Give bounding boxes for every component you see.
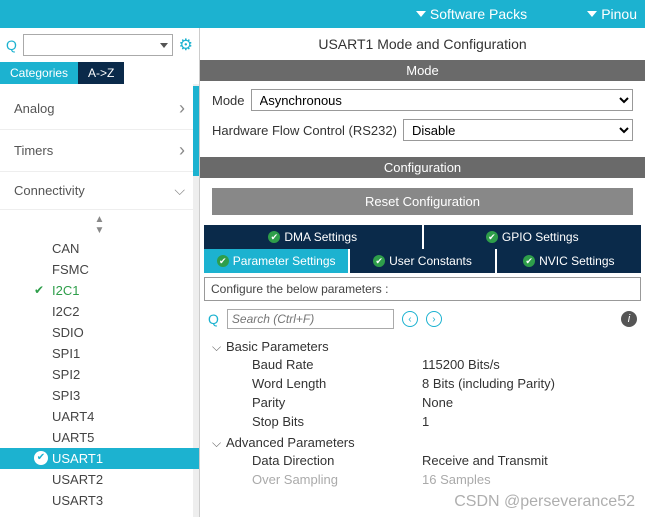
tab-dma-settings[interactable]: ✔DMA Settings bbox=[204, 225, 422, 249]
check-icon: ✔ bbox=[486, 231, 498, 243]
param-word-length[interactable]: Word Length8 Bits (including Parity) bbox=[212, 374, 633, 393]
tab-gpio-settings[interactable]: ✔GPIO Settings bbox=[424, 225, 642, 249]
tab-parameter-settings[interactable]: ✔Parameter Settings bbox=[204, 249, 348, 273]
group-advanced-parameters[interactable]: Advanced Parameters bbox=[212, 435, 633, 451]
page-title: USART1 Mode and Configuration bbox=[200, 28, 645, 60]
check-icon: ✔ bbox=[523, 255, 535, 267]
chevron-down-icon bbox=[160, 43, 168, 48]
configure-hint: Configure the below parameters : bbox=[204, 277, 641, 301]
chevron-down-icon bbox=[416, 11, 426, 17]
parameter-search-input[interactable] bbox=[227, 309, 394, 329]
search-icon: Q bbox=[6, 37, 17, 53]
param-stop-bits[interactable]: Stop Bits1 bbox=[212, 412, 633, 431]
search-icon: Q bbox=[208, 311, 219, 327]
flow-control-select[interactable]: Disable bbox=[403, 119, 633, 141]
chevron-down-icon bbox=[174, 182, 185, 199]
periph-spi3[interactable]: SPI3 bbox=[0, 385, 199, 406]
periph-usart3[interactable]: USART3 bbox=[0, 490, 199, 511]
sort-icon[interactable]: ▲▼ bbox=[0, 212, 199, 238]
check-icon: ✔ bbox=[217, 255, 229, 267]
chevron-right-icon bbox=[179, 140, 185, 161]
config-panel: USART1 Mode and Configuration Mode Mode … bbox=[200, 28, 645, 517]
chevron-right-icon bbox=[179, 98, 185, 119]
mode-select[interactable]: Asynchronous bbox=[251, 89, 633, 111]
periph-i2c2[interactable]: I2C2 bbox=[0, 301, 199, 322]
configuration-section-header: Configuration bbox=[200, 157, 645, 178]
search-next-button[interactable]: › bbox=[426, 311, 442, 327]
view-tab-az[interactable]: A->Z bbox=[78, 62, 124, 84]
mode-label: Mode bbox=[212, 93, 245, 108]
peripheral-search-combo[interactable] bbox=[23, 34, 173, 56]
category-analog[interactable]: Analog bbox=[0, 88, 199, 130]
periph-can[interactable]: CAN bbox=[0, 238, 199, 259]
category-timers[interactable]: Timers bbox=[0, 130, 199, 172]
periph-i2c1[interactable]: I2C1 bbox=[0, 280, 199, 301]
periph-uart4[interactable]: UART4 bbox=[0, 406, 199, 427]
mode-section-header: Mode bbox=[200, 60, 645, 81]
check-icon: ✔ bbox=[268, 231, 280, 243]
parameter-tree: Basic Parameters Baud Rate115200 Bits/s … bbox=[200, 333, 645, 495]
periph-spi1[interactable]: SPI1 bbox=[0, 343, 199, 364]
tab-user-constants[interactable]: ✔User Constants bbox=[350, 249, 494, 273]
search-prev-button[interactable]: ‹ bbox=[402, 311, 418, 327]
group-basic-parameters[interactable]: Basic Parameters bbox=[212, 339, 633, 355]
param-over-sampling: Over Sampling16 Samples bbox=[212, 470, 633, 489]
info-icon[interactable]: i bbox=[621, 311, 637, 327]
periph-spi2[interactable]: SPI2 bbox=[0, 364, 199, 385]
flow-control-label: Hardware Flow Control (RS232) bbox=[212, 123, 397, 138]
periph-usb[interactable]: USB bbox=[0, 511, 199, 517]
periph-usart1[interactable]: USART1 bbox=[0, 448, 199, 469]
chevron-down-icon bbox=[587, 11, 597, 17]
reset-configuration-button[interactable]: Reset Configuration bbox=[212, 188, 633, 215]
periph-uart5[interactable]: UART5 bbox=[0, 427, 199, 448]
param-baud-rate[interactable]: Baud Rate115200 Bits/s bbox=[212, 355, 633, 374]
gear-icon[interactable]: ⚙ bbox=[179, 35, 193, 55]
periph-usart2[interactable]: USART2 bbox=[0, 469, 199, 490]
periph-sdio[interactable]: SDIO bbox=[0, 322, 199, 343]
peripheral-list: ▲▼ CAN FSMC I2C1 I2C2 SDIO SPI1 SPI2 SPI… bbox=[0, 210, 199, 517]
param-parity[interactable]: ParityNone bbox=[212, 393, 633, 412]
category-connectivity[interactable]: Connectivity bbox=[0, 172, 199, 210]
param-data-direction[interactable]: Data DirectionReceive and Transmit bbox=[212, 451, 633, 470]
view-tab-categories[interactable]: Categories bbox=[0, 62, 78, 84]
tab-pinout[interactable]: Pinou bbox=[587, 6, 637, 22]
periph-fsmc[interactable]: FSMC bbox=[0, 259, 199, 280]
top-tab-bar: Software Packs Pinou bbox=[0, 0, 645, 28]
check-icon: ✔ bbox=[373, 255, 385, 267]
peripheral-sidebar: Q ⚙ Categories A->Z Analog Timers Connec… bbox=[0, 28, 200, 517]
tab-software-packs[interactable]: Software Packs bbox=[416, 6, 527, 22]
tab-nvic-settings[interactable]: ✔NVIC Settings bbox=[497, 249, 641, 273]
